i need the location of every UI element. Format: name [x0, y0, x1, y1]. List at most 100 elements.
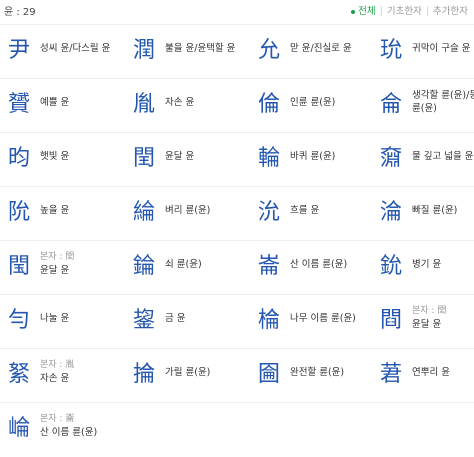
hanja-item[interactable]: 閰 본자 : 閏 윤달 윤 [372, 295, 474, 349]
hanja-item[interactable]: 崙 산 이름 륜(윤) [250, 241, 372, 295]
filter-extra[interactable]: 추가한자 [433, 3, 468, 17]
hanja-char[interactable]: 侖 [380, 91, 402, 119]
hanja-item[interactable]: 閏 윤달 윤 [125, 133, 247, 187]
hanja-item[interactable]: 棆 나무 이름 륜(윤) [250, 295, 372, 349]
hanja-item[interactable]: 勻 나눌 윤 [0, 295, 122, 349]
hanja-char[interactable]: 圇 [258, 361, 280, 389]
hanja-variant-note: 본자 : 崙 [40, 414, 75, 424]
hanja-meaning: 본자 : 閏 윤달 윤 [412, 305, 446, 331]
hanja-item[interactable]: 綸 벼리 륜(윤) [125, 187, 247, 241]
hanja-char[interactable]: 贇 [8, 91, 30, 119]
hanja-char[interactable]: 胤 [133, 91, 155, 119]
hanja-char[interactable]: 棆 [258, 307, 280, 335]
hanja-meaning-text: 자손 윤 [40, 373, 70, 384]
hanja-meaning: 빠질 륜(윤) [412, 205, 458, 216]
hanja-item[interactable]: 昀 햇빛 윤 [0, 133, 122, 187]
filter-all[interactable]: 전체 [351, 3, 376, 17]
result-header: 윤 : 29 전체 | 기초한자 | 추가한자 [0, 0, 474, 20]
hanja-meaning: 병기 윤 [412, 259, 442, 270]
hanja-item[interactable]: 輪 바퀴 륜(윤) [250, 133, 372, 187]
hanja-meaning: 가릴 륜(윤) [165, 367, 211, 378]
filter-divider: | [379, 6, 383, 17]
hanja-meaning-line2: 륜(윤) [412, 103, 437, 114]
hanja-char[interactable]: 莙 [380, 361, 402, 389]
hanja-char[interactable]: 沇 [258, 199, 280, 227]
hanja-char[interactable]: 鋆 [133, 307, 155, 335]
hanja-meaning: 성씨 윤/다스릴 윤 [40, 43, 111, 54]
hanja-meaning: 벼리 륜(윤) [165, 205, 211, 216]
hanja-variant-note: 본자 : 閏 [412, 306, 447, 316]
grid-row: 贇 예쁠 윤 胤 자손 윤 倫 인륜 륜(윤) 侖 생각할 륜(윤)/등 륜(윤… [0, 78, 474, 133]
hanja-item[interactable]: 阭 높을 윤 [0, 187, 122, 241]
hanja-item[interactable]: 掄 가릴 륜(윤) [125, 349, 247, 403]
hanja-meaning: 윤달 윤 [165, 151, 195, 162]
hanja-meaning-text: 윤달 윤 [40, 265, 70, 276]
hanja-char[interactable]: 玧 [380, 37, 402, 65]
hanja-meaning-text: 윤달 윤 [412, 319, 442, 330]
hanja-char[interactable]: 勻 [8, 307, 30, 335]
hanja-item[interactable]: 鈗 병기 윤 [372, 241, 474, 295]
hanja-meaning: 인륜 륜(윤) [290, 97, 336, 108]
hanja-item[interactable]: 允 맏 윤/진실로 윤 [250, 25, 372, 79]
hanja-meaning: 본자 : 胤 자손 윤 [40, 359, 74, 385]
hanja-meaning: 본자 : 崙 산 이름 륜(윤) [40, 413, 97, 439]
hanja-meaning: 맏 윤/진실로 윤 [290, 43, 352, 54]
hanja-item[interactable]: 贇 예쁠 윤 [0, 79, 122, 133]
hanja-char[interactable]: 崙 [258, 253, 280, 281]
hanja-meaning: 불을 윤/윤택할 윤 [165, 43, 236, 54]
hanja-item[interactable]: 侖 생각할 륜(윤)/등 륜(윤) [372, 79, 474, 133]
filter-all-label: 전체 [358, 6, 376, 17]
hanja-item[interactable]: 崘 본자 : 崙 산 이름 륜(윤) [0, 403, 160, 457]
hanja-meaning: 본자 : 閏 윤달 윤 [40, 251, 74, 277]
hanja-meaning: 완전할 륜(윤) [290, 367, 345, 378]
hanja-item[interactable]: 沇 흐를 윤 [250, 187, 372, 241]
hanja-meaning: 쇠 륜(윤) [165, 259, 202, 270]
hanja-char[interactable]: 阭 [8, 199, 30, 227]
hanja-item[interactable]: 閠 본자 : 閏 윤달 윤 [0, 241, 122, 295]
hanja-item[interactable]: 倫 인륜 륜(윤) [250, 79, 372, 133]
hanja-char[interactable]: 奫 [380, 145, 402, 173]
hanja-char[interactable]: 淪 [380, 199, 402, 227]
hanja-item[interactable]: 莙 연뿌리 윤 [372, 349, 474, 403]
hanja-char[interactable]: 閠 [8, 253, 30, 281]
filter-basic[interactable]: 기초한자 [387, 3, 422, 17]
hanja-meaning: 햇빛 윤 [40, 151, 70, 162]
hanja-char[interactable]: 輪 [258, 145, 280, 173]
hanja-char[interactable]: 倫 [258, 91, 280, 119]
hanja-meaning: 높을 윤 [40, 205, 70, 216]
hanja-char[interactable]: 崘 [8, 415, 30, 443]
hanja-meaning: 연뿌리 윤 [412, 367, 450, 378]
hanja-char[interactable]: 閰 [380, 307, 402, 335]
hanja-item[interactable]: 鋆 금 윤 [125, 295, 247, 349]
hanja-meaning: 나눌 윤 [40, 313, 70, 324]
hanja-meaning: 흐를 윤 [290, 205, 320, 216]
hanja-meaning: 바퀴 륜(윤) [290, 151, 336, 162]
hanja-variant-note: 본자 : 胤 [40, 360, 75, 370]
hanja-item[interactable]: 䋈 본자 : 胤 자손 윤 [0, 349, 122, 403]
hanja-item[interactable]: 圇 완전할 륜(윤) [250, 349, 372, 403]
hanja-item[interactable]: 錀 쇠 륜(윤) [125, 241, 247, 295]
hanja-meaning: 물 깊고 넓을 윤 [412, 151, 474, 162]
hanja-item[interactable]: 胤 자손 윤 [125, 79, 247, 133]
filter-extra-label: 추가한자 [433, 6, 468, 17]
hanja-item[interactable]: 潤 불을 윤/윤택할 윤 [125, 25, 247, 79]
hanja-char[interactable]: 鈗 [380, 253, 402, 281]
hanja-char[interactable]: 允 [258, 37, 280, 65]
hanja-item[interactable]: 尹 성씨 윤/다스릴 윤 [0, 25, 122, 79]
hanja-char[interactable]: 閏 [133, 145, 155, 173]
hanja-item[interactable]: 淪 빠질 륜(윤) [372, 187, 474, 241]
hanja-item[interactable]: 奫 물 깊고 넓을 윤 [372, 133, 474, 187]
filter-basic-label: 기초한자 [386, 6, 422, 17]
hanja-char[interactable]: 錀 [133, 253, 155, 281]
hanja-meaning-line1: 생각할 륜(윤)/등 [412, 90, 474, 101]
hanja-meaning: 금 윤 [165, 313, 186, 324]
hanja-char[interactable]: 昀 [8, 145, 30, 173]
hanja-char[interactable]: 綸 [133, 199, 155, 227]
hanja-char[interactable]: 潤 [133, 37, 155, 65]
hanja-item[interactable]: 玧 귀막이 구슬 윤 [372, 25, 474, 79]
hanja-meaning: 산 이름 륜(윤) [290, 259, 348, 270]
grid-row: 昀 햇빛 윤 閏 윤달 윤 輪 바퀴 륜(윤) 奫 물 깊고 넓을 윤 [0, 132, 474, 187]
hanja-char[interactable]: 䋈 [8, 361, 30, 389]
hanja-char[interactable]: 尹 [8, 37, 30, 65]
hanja-char[interactable]: 掄 [133, 361, 155, 389]
